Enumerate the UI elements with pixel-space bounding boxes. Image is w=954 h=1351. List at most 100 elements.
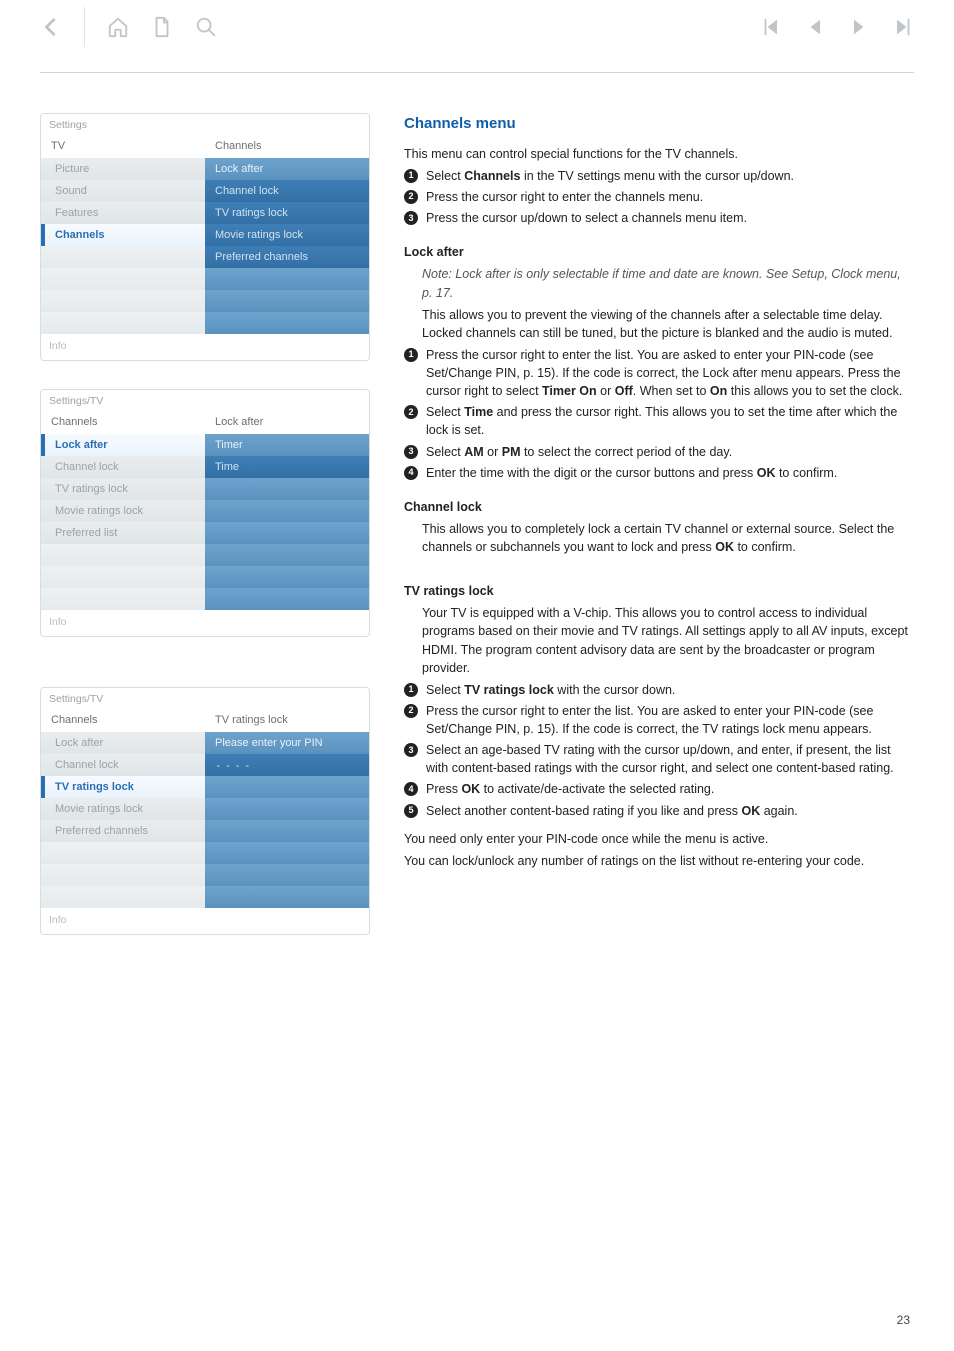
page-number: 23 (897, 1313, 910, 1327)
menu-item: Channel lock (41, 456, 205, 478)
submenu-empty (205, 886, 369, 908)
card-footer: Info (41, 334, 369, 360)
menu-item: Picture (41, 158, 205, 180)
document-icon[interactable] (151, 16, 173, 38)
step-num-icon: 4 (404, 782, 418, 796)
next-page-icon[interactable] (848, 16, 870, 38)
submenu-empty (205, 290, 369, 312)
section-desc: This allows you to completely lock a cer… (422, 520, 914, 556)
menu-item: Features (41, 202, 205, 224)
note-text: Note: Lock after is only selectable if t… (422, 265, 914, 301)
panel-header: Channels (205, 134, 369, 158)
content-column: Channels menu This menu can control spec… (404, 113, 914, 963)
panel-header: Lock after (205, 410, 369, 434)
menu-item: Movie ratings lock (41, 500, 205, 522)
menu-empty (41, 588, 205, 610)
section-heading: Lock after (404, 243, 914, 261)
submenu-empty (205, 566, 369, 588)
step-num-icon: 1 (404, 169, 418, 183)
tail-text: You can lock/unlock any number of rating… (404, 852, 914, 870)
menu-item: Preferred channels (41, 820, 205, 842)
menu-item-selected: Lock after (41, 434, 205, 456)
menu-empty (41, 544, 205, 566)
menu-empty (41, 290, 205, 312)
menu-empty (41, 886, 205, 908)
submenu-empty (205, 798, 369, 820)
menu-item: Preferred list (41, 522, 205, 544)
menu-empty (41, 566, 205, 588)
submenu-item: TV ratings lock (205, 202, 369, 224)
submenu-empty (205, 842, 369, 864)
card-footer: Info (41, 908, 369, 934)
card-title: Settings/TV (41, 688, 369, 708)
home-icon[interactable] (107, 16, 129, 38)
menu-item: Channel lock (41, 754, 205, 776)
menu-item-selected: TV ratings lock (41, 776, 205, 798)
submenu-empty (205, 268, 369, 290)
menu-item: Lock after (41, 732, 205, 754)
submenu-item: Channel lock (205, 180, 369, 202)
prev-page-icon[interactable] (804, 16, 826, 38)
toolbar-separator (84, 7, 85, 47)
settings-card-1: Settings TV Picture Sound Features Chann… (40, 113, 370, 361)
menu-empty (41, 864, 205, 886)
pin-placeholder: ---- (205, 754, 369, 776)
settings-card-3: Settings/TV Channels Lock after Channel … (40, 687, 370, 935)
step-num-icon: 3 (404, 743, 418, 757)
menu-item: TV ratings lock (41, 478, 205, 500)
intro-text: This menu can control special functions … (404, 145, 914, 163)
submenu-empty (205, 776, 369, 798)
submenu-empty (205, 312, 369, 334)
step-num-icon: 3 (404, 211, 418, 225)
submenu-empty (205, 478, 369, 500)
section-heading: TV ratings lock (404, 582, 914, 600)
intro-steps: 1Select Channels in the TV settings menu… (404, 167, 914, 227)
submenu-item: Please enter your PIN (205, 732, 369, 754)
submenu-empty (205, 500, 369, 522)
menu-empty (41, 312, 205, 334)
menu-empty (41, 246, 205, 268)
card-title: Settings/TV (41, 390, 369, 410)
header-rule (40, 72, 914, 73)
panel-header: Channels (41, 410, 205, 434)
panel-header: Channels (41, 708, 205, 732)
page-title: Channels menu (404, 113, 914, 135)
step-num-icon: 5 (404, 804, 418, 818)
section-desc: Your TV is equipped with a V-chip. This … (422, 604, 914, 677)
settings-card-2: Settings/TV Channels Lock after Channel … (40, 389, 370, 637)
menu-item: Movie ratings lock (41, 798, 205, 820)
submenu-item: Movie ratings lock (205, 224, 369, 246)
menu-empty (41, 268, 205, 290)
tv-ratings-steps: 1Select TV ratings lock with the cursor … (404, 681, 914, 820)
submenu-item: Preferred channels (205, 246, 369, 268)
submenu-empty (205, 820, 369, 842)
step-num-icon: 4 (404, 466, 418, 480)
back-arrow-icon[interactable] (40, 16, 62, 38)
section-desc: This allows you to prevent the viewing o… (422, 306, 914, 342)
submenu-item: Time (205, 456, 369, 478)
lock-after-steps: 1Press the cursor right to enter the lis… (404, 346, 914, 482)
card-footer: Info (41, 610, 369, 636)
step-num-icon: 3 (404, 445, 418, 459)
step-num-icon: 2 (404, 405, 418, 419)
submenu-empty (205, 544, 369, 566)
step-num-icon: 1 (404, 683, 418, 697)
first-page-icon[interactable] (760, 16, 782, 38)
last-page-icon[interactable] (892, 16, 914, 38)
search-icon[interactable] (195, 16, 217, 38)
panel-header: TV ratings lock (205, 708, 369, 732)
section-heading: Channel lock (404, 498, 914, 516)
submenu-item: Lock after (205, 158, 369, 180)
menu-item-selected: Channels (41, 224, 205, 246)
step-num-icon: 2 (404, 704, 418, 718)
step-num-icon: 1 (404, 348, 418, 362)
submenu-empty (205, 864, 369, 886)
toolbar (40, 10, 914, 44)
step-num-icon: 2 (404, 190, 418, 204)
tail-text: You need only enter your PIN-code once w… (404, 830, 914, 848)
submenu-empty (205, 522, 369, 544)
card-title: Settings (41, 114, 369, 134)
menu-item: Sound (41, 180, 205, 202)
submenu-item: Timer (205, 434, 369, 456)
submenu-empty (205, 588, 369, 610)
